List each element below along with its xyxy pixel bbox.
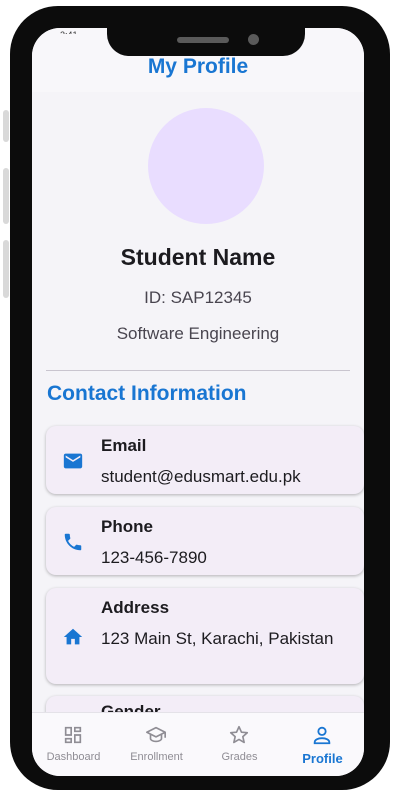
person-icon: [313, 726, 331, 745]
star-icon: [229, 725, 249, 744]
nav-label: Grades: [221, 751, 258, 763]
nav-item-grades[interactable]: Grades: [198, 713, 281, 776]
speaker-grille: [177, 37, 229, 43]
contact-value: 123 Main St, Karachi, Pakistan: [101, 629, 334, 648]
status-time: 2:41: [60, 30, 96, 34]
nav-label: Profile: [302, 751, 343, 766]
contact-card-email[interactable]: Email student@edusmart.edu.pk: [46, 426, 364, 494]
contact-label: Gender: [101, 702, 161, 712]
contact-card-gender[interactable]: Gender: [46, 696, 364, 712]
contact-card-phone[interactable]: Phone 123-456-7890: [46, 507, 364, 575]
nav-label: Dashboard: [46, 751, 101, 763]
contact-label: Address: [101, 598, 170, 617]
volume-down-button: [3, 240, 9, 298]
contact-value: student@edusmart.edu.pk: [101, 467, 301, 486]
camera-icon: [248, 34, 259, 45]
phone-notch: [107, 6, 305, 56]
dashboard-icon: [64, 726, 82, 744]
school-icon: [146, 726, 166, 743]
volume-up-button: [3, 168, 9, 224]
avatar[interactable]: [148, 108, 264, 224]
nav-item-profile[interactable]: Profile: [281, 713, 364, 776]
bottom-navigation: Dashboard Enrollment Grades Profile: [32, 712, 364, 776]
contact-section-title: Contact Information: [47, 382, 247, 405]
nav-item-enrollment[interactable]: Enrollment: [115, 713, 198, 776]
contact-card-address[interactable]: Address 123 Main St, Karachi, Pakistan: [46, 588, 364, 684]
student-name: Student Name: [120, 244, 276, 270]
contact-label: Phone: [101, 517, 153, 536]
nav-label: Enrollment: [130, 751, 183, 763]
email-icon: [63, 453, 83, 469]
contact-label: Email: [101, 436, 147, 455]
student-department: Software Engineering: [116, 324, 280, 343]
mute-switch: [3, 110, 9, 142]
divider: [46, 370, 350, 371]
contact-value: 123-456-7890: [101, 548, 207, 567]
student-id: ID: SAP12345: [144, 288, 252, 307]
home-icon: [63, 628, 83, 645]
phone-icon: [64, 533, 82, 551]
page-title: My Profile: [147, 55, 249, 78]
profile-content[interactable]: Student Name ID: SAP12345 Software Engin…: [32, 92, 364, 712]
nav-item-dashboard[interactable]: Dashboard: [32, 713, 115, 776]
app-screen: 2:41 My Profile Student Name ID: SAP1234…: [32, 28, 364, 776]
